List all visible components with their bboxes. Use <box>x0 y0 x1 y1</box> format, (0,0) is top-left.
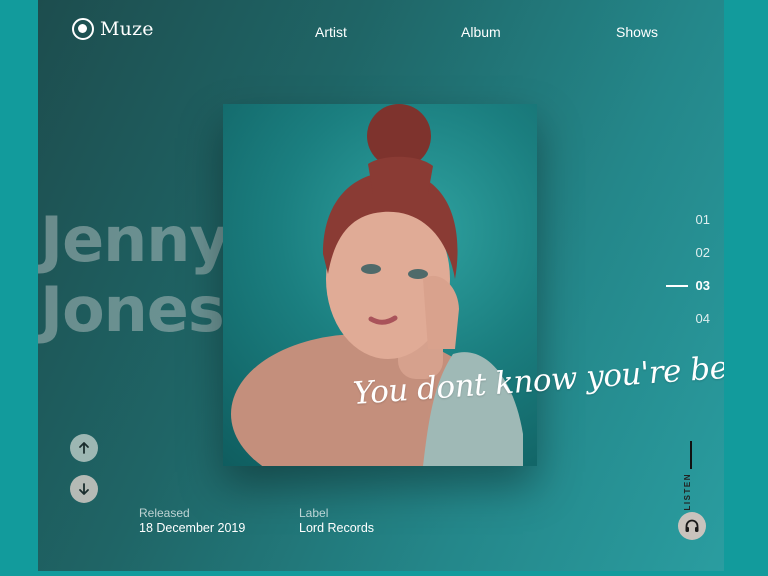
artist-portrait-illustration <box>231 104 523 466</box>
label-value: Lord Records <box>299 521 375 535</box>
scroll-down-button[interactable] <box>70 475 98 503</box>
pager-item-03[interactable]: 03 <box>696 278 710 293</box>
released-value: 18 December 2019 <box>139 521 246 535</box>
pager-item-01[interactable]: 01 <box>696 212 710 227</box>
nav-shows[interactable]: Shows <box>616 24 658 40</box>
listen-divider <box>690 441 692 469</box>
hero-card: Muze Artist Album Shows Jenny Jones You … <box>38 0 724 571</box>
nav-artist[interactable]: Artist <box>315 24 347 40</box>
nav-album[interactable]: Album <box>461 24 501 40</box>
pager-active-indicator <box>666 285 688 287</box>
artist-first-name: Jenny <box>40 203 230 276</box>
artist-name: Jenny Jones <box>40 203 230 346</box>
pager-item-02[interactable]: 02 <box>696 245 710 260</box>
artist-photo <box>223 104 537 466</box>
label-label: Label <box>299 506 329 520</box>
listen-label: LISTEN <box>683 473 692 511</box>
pager-item-04[interactable]: 04 <box>696 311 710 326</box>
listen-button[interactable] <box>678 512 706 540</box>
arrow-up-icon <box>79 442 89 454</box>
main-nav: Artist Album Shows <box>38 24 724 44</box>
headphones-icon <box>685 519 699 532</box>
released-label: Released <box>139 506 190 520</box>
release-info: Released 18 December 2019 <box>139 506 245 535</box>
label-info: Label Lord Records <box>299 506 374 535</box>
arrow-down-icon <box>79 483 89 495</box>
scroll-up-button[interactable] <box>70 434 98 462</box>
artist-last-name: Jones <box>40 273 225 346</box>
